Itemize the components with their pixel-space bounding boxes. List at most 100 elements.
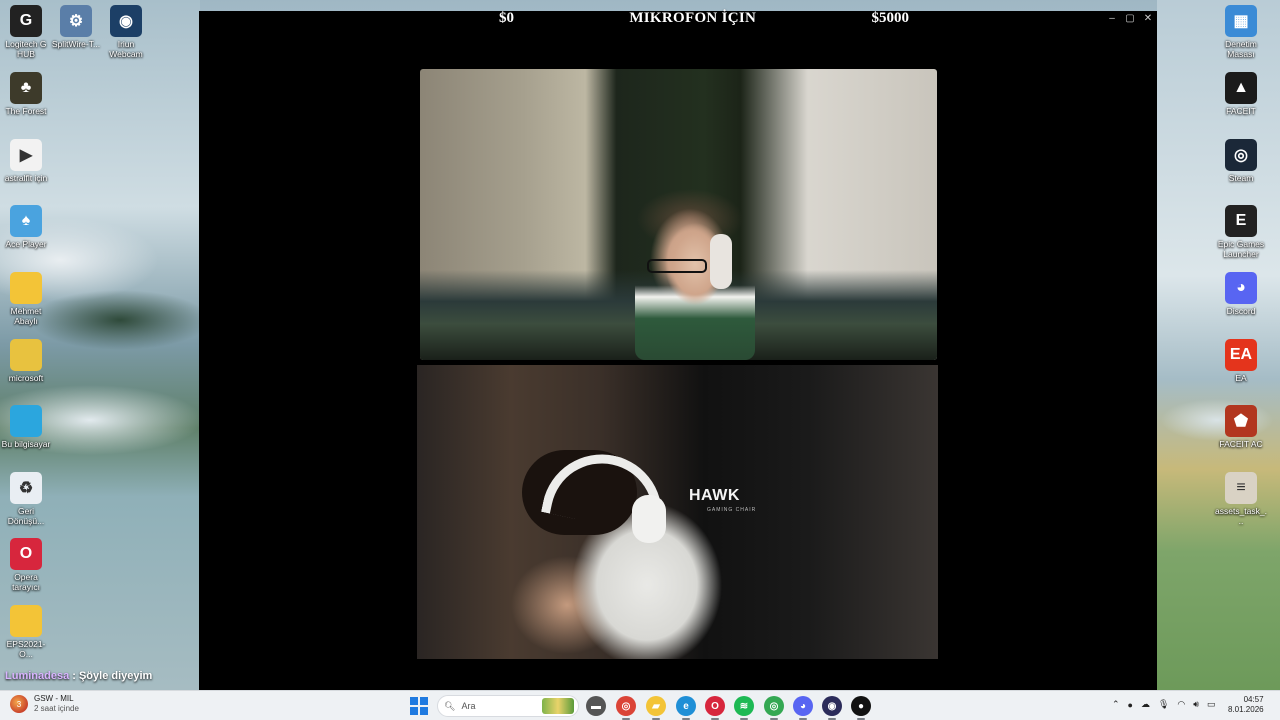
splitwire-icon: ⚙ xyxy=(60,5,92,37)
desktop-icon-label: FACEIT xyxy=(1226,106,1256,116)
desktop-icon-the-forest[interactable]: ♣ The Forest xyxy=(0,72,52,117)
glasses xyxy=(647,259,707,273)
battery-icon[interactable]: ▭ xyxy=(1207,699,1216,710)
desktop-icon-label: Bu bilgisayar xyxy=(1,439,51,449)
file-icon: ≡ xyxy=(1225,472,1257,504)
folder-icon xyxy=(10,339,42,371)
taskbar-search[interactable]: 🔍︎ Ara xyxy=(437,695,579,717)
taskbar-folder-app[interactable]: ▰ xyxy=(646,696,666,720)
desktop-icon-label: Discord xyxy=(1226,306,1256,316)
ace-player-icon: ♠ xyxy=(10,205,42,237)
discord-icon: ◕ xyxy=(799,700,807,712)
wifi-icon[interactable]: ◠ xyxy=(1177,699,1185,710)
recycle-bin-icon: ♻ xyxy=(10,472,42,504)
desktop-icon-label: EPS2021-O... xyxy=(6,639,46,659)
desktop-icon-faceit-ac[interactable]: ⬟ FACEIT AC xyxy=(1215,405,1267,450)
epic-games-icon: E xyxy=(1225,205,1257,237)
folder-icon: ▰ xyxy=(652,700,660,712)
taskbar-github-app[interactable]: ● xyxy=(851,696,871,720)
folder-icon xyxy=(10,605,42,637)
taskbar-opera-app[interactable]: O xyxy=(705,696,725,720)
onedrive-icon[interactable]: ☁ xyxy=(1141,699,1150,710)
chat-separator: : xyxy=(69,670,79,682)
desktop-icon-opera[interactable]: O Opera tarayıcı xyxy=(0,538,52,592)
discord-icon: ◕ xyxy=(1225,272,1257,304)
ea-icon: EA xyxy=(1225,339,1257,371)
file-explorer-icon: ▬ xyxy=(591,700,601,712)
desktop-icon-label: The Forest xyxy=(5,106,47,116)
microphone-icon[interactable]: 🎙︎ xyxy=(1158,699,1169,710)
desktop-icon-ace-player[interactable]: ♠ Ace Player xyxy=(0,205,52,250)
desktop-icon-folder[interactable]: EPS2021-O... xyxy=(0,605,52,659)
desktop-icon-label: Opera tarayıcı xyxy=(12,572,40,592)
edge-icon: e xyxy=(683,700,689,712)
desktop-icon-label: SplitWire-T... xyxy=(51,39,101,49)
desktop-icon-control-panel[interactable]: ▦ Denetim Masası xyxy=(1215,5,1267,59)
clock-time: 04:57 xyxy=(1243,695,1264,704)
taskbar-chrome-app[interactable]: ◎ xyxy=(616,696,636,720)
desktop-icon-computer[interactable]: Bu bilgisayar xyxy=(0,405,52,450)
search-icon: 🔍︎ xyxy=(444,700,456,711)
desktop-icon-splitwire[interactable]: ⚙ SplitWire-T... xyxy=(50,5,102,50)
desktop-icon-recycle-bin[interactable]: ♻ Geri Dönüşü... xyxy=(0,472,52,526)
maximize-button[interactable]: ▢ xyxy=(1125,13,1135,24)
control-panel-icon: ▦ xyxy=(1225,5,1257,37)
taskbar: 3 GSW - MIL 2 saat içinde 🔍︎ Ara ▬ ◎ ▰ e O ≋ ◎… xyxy=(0,690,1280,720)
desktop-icon-label: Mehmet Abaylı xyxy=(10,306,42,326)
goal-title: MIKROFON İÇIN xyxy=(629,9,757,26)
webcam-icon: ◉ xyxy=(110,5,142,37)
volume-icon[interactable]: 🔊︎ xyxy=(1193,699,1199,710)
steam-icon: ◎ xyxy=(1225,139,1257,171)
desktop-icon-discord[interactable]: ◕ Discord xyxy=(1215,272,1267,317)
taskbar-file-explorer-app[interactable]: ▬ xyxy=(586,696,606,716)
folder-icon xyxy=(10,272,42,304)
close-button[interactable]: ✕ xyxy=(1143,13,1153,24)
minimize-button[interactable]: – xyxy=(1107,13,1117,24)
desktop-icon-label: assets_task_... xyxy=(1215,506,1267,526)
desktop-icon-file[interactable]: ≡ assets_task_... xyxy=(1215,472,1267,526)
desktop-icon-folder[interactable]: microsoft xyxy=(0,339,52,384)
edge-tray-icon[interactable]: ● xyxy=(1128,700,1133,710)
taskbar-chrome-profile-app[interactable]: ◎ xyxy=(764,696,784,720)
faceit-ac-icon: ⬟ xyxy=(1225,405,1257,437)
taskbar-edge-app[interactable]: e xyxy=(676,696,696,720)
desktop-icon-webcam[interactable]: ◉ Iriun Webcam xyxy=(100,5,152,59)
opera-icon: O xyxy=(711,700,719,712)
webcam-bottom: HAWK GAMING CHAIR xyxy=(417,365,938,659)
windows-logo-tile xyxy=(420,707,428,715)
windows-logo-tile xyxy=(420,697,428,705)
chrome-icon: ◎ xyxy=(769,700,779,712)
weather-text: GSW - MIL 2 saat içinde xyxy=(34,694,79,714)
spotify-icon: ≋ xyxy=(739,700,749,712)
media-file-icon: ▶ xyxy=(10,139,42,171)
taskbar-spotify-app[interactable]: ≋ xyxy=(734,696,754,720)
taskbar-obs-app[interactable]: ◉ xyxy=(822,696,842,720)
chat-text: Şöyle diyeyim xyxy=(78,670,153,682)
chevron-up-icon[interactable]: ⌃ xyxy=(1112,699,1120,710)
stream-window[interactable]: – ▢ ✕ $0 MIKROFON İÇIN $5000 HAWK GAMING… xyxy=(199,9,1157,690)
desktop-icon-epic-games[interactable]: E Epic Games Launcher xyxy=(1215,205,1267,259)
goal-target: $5000 xyxy=(871,9,909,26)
github-icon: ● xyxy=(857,700,865,712)
taskbar-discord-app[interactable]: ◕ xyxy=(793,696,813,720)
headset xyxy=(710,234,732,289)
clock[interactable]: 04:57 8.01.2026 xyxy=(1228,695,1264,715)
desktop-icon-ea[interactable]: EA EA xyxy=(1215,339,1267,384)
chair-brand-logo: HAWK xyxy=(689,487,740,504)
windows-logo-tile xyxy=(410,707,418,715)
desktop-icon-label: astralflt için xyxy=(4,173,48,183)
desktop-icon-faceit[interactable]: ▲ FACEIT xyxy=(1215,72,1267,117)
desktop-icon-label: Denetim Masası xyxy=(1225,39,1257,59)
desktop-icon-media-file[interactable]: ▶ astralflt için xyxy=(0,139,52,184)
chair-brand-subtitle: GAMING CHAIR xyxy=(707,507,757,513)
system-tray: ⌃ ● ☁ 🎙︎ ◠ 🔊︎ ▭ xyxy=(1112,699,1215,710)
weather-widget[interactable]: 3 GSW - MIL 2 saat içinde xyxy=(10,694,79,714)
clock-date: 8.01.2026 xyxy=(1228,705,1264,714)
desktop-icon-label: EA xyxy=(1235,373,1247,383)
start-button[interactable] xyxy=(410,697,428,715)
desktop-icon-logitech[interactable]: G Logitech G HUB xyxy=(0,5,52,59)
desktop-icon-folder[interactable]: Mehmet Abaylı xyxy=(0,272,52,326)
desktop-icon-label: Ace Player xyxy=(5,239,47,249)
desktop-icon-steam[interactable]: ◎ Steam xyxy=(1215,139,1267,184)
weather-title: GSW - MIL xyxy=(34,694,74,703)
